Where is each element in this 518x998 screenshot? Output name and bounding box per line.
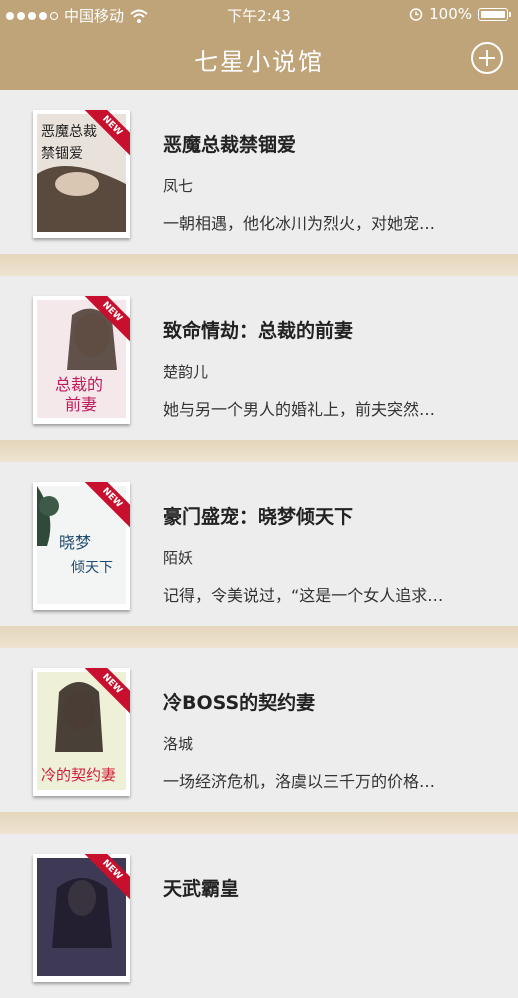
divider — [0, 440, 518, 462]
plus-circle-icon[interactable] — [470, 41, 504, 75]
book-author: 凤七 — [163, 177, 194, 195]
nav-bar: 七星小说馆 — [0, 28, 518, 90]
alarm-icon — [409, 8, 423, 21]
book-author: 楚韵儿 — [163, 363, 209, 381]
book-title: 天武霸皇 — [163, 878, 240, 900]
divider — [0, 626, 518, 648]
page-title: 七星小说馆 — [194, 48, 324, 76]
book-title: 致命情劫：总裁的前妻 — [163, 320, 354, 342]
status-bar: 中国移动 下午2:43 100% — [0, 0, 518, 28]
book-title: 冷BOSS的契约妻 — [163, 692, 316, 714]
book-description: 一朝相遇，他化冰川为烈火，对她宠… — [163, 214, 436, 233]
svg-text:冷的契约妻: 冷的契约妻 — [41, 766, 116, 784]
book-author: 洛城 — [163, 735, 194, 753]
book-description: 记得，令美说过，“这是一个女人追求… — [163, 586, 444, 605]
book-cover[interactable]: NEW — [33, 854, 130, 982]
divider — [0, 254, 518, 276]
book-card[interactable]: 冷的契约妻 NEW 冷BOSS的契约妻 洛城 一场经济危机，洛虞以三千万的价格… — [0, 648, 518, 826]
divider — [0, 812, 518, 834]
book-cover[interactable]: 恶魔总裁 禁锢爱 NEW — [33, 110, 130, 238]
book-cover[interactable]: 冷的契约妻 NEW — [33, 668, 130, 796]
svg-text:禁锢爱: 禁锢爱 — [41, 146, 83, 162]
book-card[interactable]: 晓梦 倾天下 NEW 豪门盛宠：晓梦倾天下 陌妖 记得，令美说过，“这是一个女人… — [0, 462, 518, 640]
book-cover[interactable]: 总裁的 前妻 NEW — [33, 296, 130, 424]
book-title: 恶魔总裁禁锢爱 — [163, 134, 297, 156]
book-description: 一场经济危机，洛虞以三千万的价格… — [163, 772, 436, 791]
book-author: 陌妖 — [163, 549, 194, 567]
svg-text:恶魔总裁: 恶魔总裁 — [41, 124, 97, 140]
book-cover[interactable]: 晓梦 倾天下 NEW — [33, 482, 130, 610]
book-card[interactable]: 恶魔总裁 禁锢爱 NEW 恶魔总裁禁锢爱 凤七 一朝相遇，他化冰川为烈火，对她宠… — [0, 90, 518, 268]
svg-text:总裁的: 总裁的 — [55, 375, 103, 394]
svg-text:晓梦: 晓梦 — [59, 533, 91, 552]
svg-text:前妻: 前妻 — [65, 395, 97, 414]
battery-percent: 100% — [429, 5, 472, 23]
book-description: 她与另一个男人的婚礼上，前夫突然… — [163, 400, 436, 419]
svg-text:倾天下: 倾天下 — [71, 560, 113, 576]
book-card[interactable]: 总裁的 前妻 NEW 致命情劫：总裁的前妻 楚韵儿 她与另一个男人的婚礼上，前夫… — [0, 276, 518, 454]
book-title: 豪门盛宠：晓梦倾天下 — [163, 506, 354, 528]
battery-icon — [478, 7, 511, 21]
book-card[interactable]: NEW 天武霸皇 — [0, 834, 518, 998]
